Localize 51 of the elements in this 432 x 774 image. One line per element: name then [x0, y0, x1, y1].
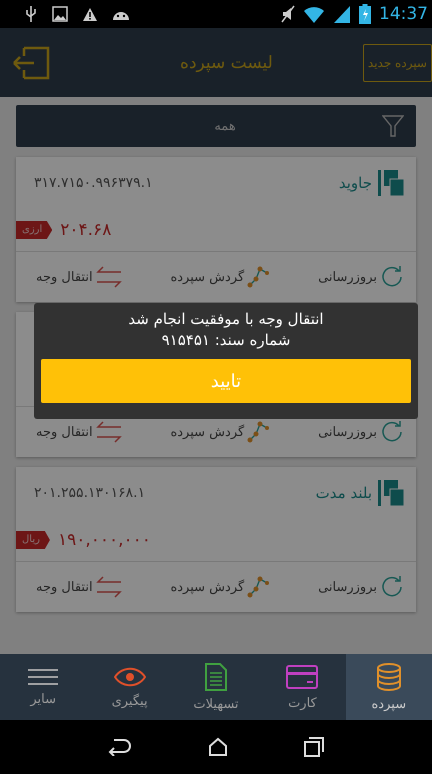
card-action[interactable]: گردش سپرده — [170, 575, 270, 599]
warning-icon — [82, 6, 98, 22]
signal-icon — [333, 5, 351, 23]
nav-tab[interactable]: سایر — [0, 654, 86, 720]
card-action[interactable]: بروزرسانی — [318, 265, 404, 289]
screen-title: لیست سپرده — [180, 52, 273, 72]
battery-icon — [359, 4, 371, 24]
back-icon[interactable] — [108, 738, 132, 756]
refresh-icon — [380, 420, 404, 444]
nav-tab[interactable]: پیگیری — [86, 654, 173, 720]
balance-amount: ۲۰۴.۶۸ — [60, 220, 112, 240]
home-icon[interactable] — [208, 737, 228, 757]
card-action[interactable]: بروزرسانی — [318, 575, 404, 599]
account-number: ۲۰۱.۲۵۵.۱۳۰۱۶۸.۱ — [34, 485, 146, 501]
nav-tab[interactable]: تسهیلات — [172, 654, 260, 720]
card-action[interactable]: گردش سپرده — [170, 265, 270, 289]
image-icon — [52, 6, 68, 22]
chart-line-icon — [247, 420, 270, 444]
recents-icon[interactable] — [304, 737, 324, 757]
card-action[interactable]: گردش سپرده — [170, 420, 270, 444]
card-action[interactable]: انتقال وجه — [36, 266, 122, 288]
dialog-message: انتقال وجه با موفقیت انجام شد — [128, 309, 324, 330]
refresh-icon — [380, 265, 404, 289]
status-time: 14:37 — [379, 4, 428, 24]
wifi-icon — [303, 6, 325, 22]
card-action[interactable]: انتقال وجه — [36, 421, 122, 443]
nav-tab[interactable]: سپرده — [346, 654, 432, 720]
card-action[interactable]: بروزرسانی — [318, 420, 404, 444]
balance-amount: ۱۹۰,۰۰۰,۰۰۰ — [58, 530, 151, 550]
card-action[interactable]: انتقال وجه — [36, 576, 122, 598]
transfer-arrows-icon — [96, 266, 122, 288]
chart-line-icon — [247, 575, 270, 599]
filter-icon — [382, 115, 404, 137]
currency-tag: ریال — [16, 531, 50, 549]
nav-tab[interactable]: کارت — [259, 654, 346, 720]
refresh-icon — [380, 575, 404, 599]
deposit-icon — [378, 170, 404, 196]
deposit-name: جاوید — [338, 174, 372, 192]
mute-icon — [281, 5, 295, 23]
currency-tag: ارزی — [16, 221, 52, 239]
usb-icon — [24, 5, 38, 23]
transfer-arrows-icon — [96, 576, 122, 598]
chart-line-icon — [247, 265, 270, 289]
filter-dropdown[interactable]: همه — [16, 105, 416, 147]
deposit-name: بلند مدت — [316, 484, 372, 502]
deposit-icon — [378, 480, 404, 506]
account-number: ۳۱۷.۷۱۵۰.۹۹۶۳۷۹.۱ — [34, 175, 153, 191]
exit-icon[interactable] — [12, 46, 50, 80]
new-deposit-button[interactable]: سپرده جدید — [362, 44, 432, 82]
transfer-arrows-icon — [96, 421, 122, 443]
document-number: شماره سند: ۹۱۵۴۵۱ — [162, 330, 290, 351]
